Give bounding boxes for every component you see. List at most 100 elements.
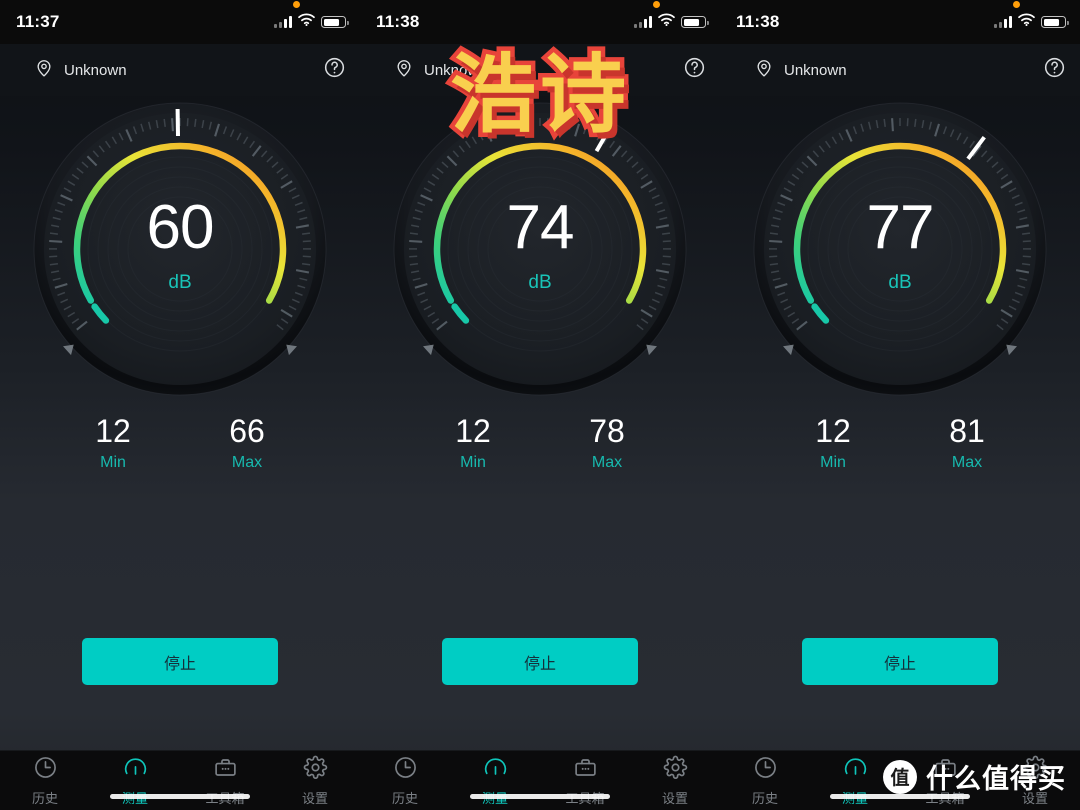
toolbox-icon xyxy=(213,755,238,785)
tab-gauge[interactable]: 测量 xyxy=(90,751,180,810)
location-chip[interactable]: Unknown xyxy=(34,58,127,83)
battery-icon xyxy=(681,16,709,28)
app-header: Unknown xyxy=(360,44,720,96)
action-area: 停止 xyxy=(0,638,360,685)
toolbox-icon xyxy=(933,755,958,785)
stat-value: 66 xyxy=(229,413,265,449)
stat-value: 12 xyxy=(815,413,851,449)
gauge-area: 60 dB xyxy=(0,96,360,401)
stat-caption: Min xyxy=(460,453,486,471)
gear-icon xyxy=(1023,755,1048,785)
status-bar: 11:37 xyxy=(0,0,360,44)
app-header: Unknown xyxy=(0,44,360,96)
stat-min: 12 Min xyxy=(430,414,516,472)
help-circle-icon[interactable] xyxy=(683,56,706,84)
stop-button[interactable]: 停止 xyxy=(442,638,638,685)
cellular-signal-icon xyxy=(994,16,1012,28)
stat-max: 81 Max xyxy=(924,413,1010,472)
wifi-icon xyxy=(658,13,675,31)
home-indicator[interactable] xyxy=(830,794,970,799)
stat-caption: Min xyxy=(820,453,846,471)
gauge-area: 77 dB xyxy=(720,96,1080,401)
gauge-area: 74 dB xyxy=(360,96,720,401)
location-label: Unknown xyxy=(64,61,127,79)
gear-icon xyxy=(663,755,688,785)
cellular-signal-icon xyxy=(634,16,652,28)
tab-gear[interactable]: 设置 xyxy=(990,751,1080,810)
stat-caption: Max xyxy=(231,453,263,471)
microphone-indicator-dot xyxy=(293,1,300,8)
tab-clock[interactable]: 历史 xyxy=(360,751,450,810)
wifi-icon xyxy=(1018,13,1035,31)
tab-label: 历史 xyxy=(751,790,778,806)
stop-button[interactable]: 停止 xyxy=(82,638,278,685)
min-max-row: 12 Min 66 Max xyxy=(0,401,360,472)
battery-icon xyxy=(1041,16,1069,28)
tab-toolbox[interactable]: 工具箱 xyxy=(180,751,270,810)
gear-icon xyxy=(303,755,328,785)
stitched-screenshot: 11:37 Unknown 60 dB 12 Min 66 Max 停止 历史 … xyxy=(0,0,1080,810)
location-pin-icon xyxy=(34,58,54,83)
home-indicator[interactable] xyxy=(110,794,250,799)
tab-toolbox[interactable]: 工具箱 xyxy=(540,751,630,810)
tab-label: 设置 xyxy=(301,790,328,806)
status-bar: 11:38 xyxy=(360,0,720,44)
stat-value: 81 xyxy=(949,413,985,449)
stat-value: 12 xyxy=(95,413,131,449)
status-bar-clock: 11:37 xyxy=(16,12,60,31)
tab-toolbox[interactable]: 工具箱 xyxy=(900,751,990,810)
status-bar: 11:38 xyxy=(720,0,1080,44)
wifi-icon xyxy=(298,13,315,31)
bottom-tab-bar: 历史 测量 工具箱 设置 xyxy=(360,750,720,810)
screenshot-panel-2: 11:38 Unknown 74 dB 12 Min 78 Max 停止 历史 … xyxy=(360,0,720,810)
sound-level-gauge: 74 dB xyxy=(390,99,690,399)
sound-level-gauge: 77 dB xyxy=(750,99,1050,399)
stat-min: 12 Min xyxy=(790,413,876,472)
location-pin-icon xyxy=(394,58,414,83)
status-bar-clock: 11:38 xyxy=(736,12,780,31)
location-chip[interactable]: Unknown xyxy=(754,58,847,83)
microphone-indicator-dot xyxy=(653,1,660,8)
min-max-row: 12 Min 78 Max xyxy=(360,401,720,472)
stop-button[interactable]: 停止 xyxy=(802,638,998,685)
help-circle-icon[interactable] xyxy=(323,56,346,84)
location-label: Unknown xyxy=(784,61,847,79)
stat-caption: Max xyxy=(591,453,623,471)
gauge-icon xyxy=(843,755,868,785)
tab-gauge[interactable]: 测量 xyxy=(810,751,900,810)
action-area: 停止 xyxy=(360,638,720,685)
tab-gear[interactable]: 设置 xyxy=(630,751,720,810)
gauge-svg-1 xyxy=(393,102,687,395)
clock-icon xyxy=(33,755,58,785)
screenshot-panel-1: 11:37 Unknown 60 dB 12 Min 66 Max 停止 历史 … xyxy=(0,0,360,810)
help-circle-icon[interactable] xyxy=(1043,56,1066,84)
stat-min: 12 Min xyxy=(70,413,156,472)
gauge-svg-2 xyxy=(753,102,1047,395)
location-pin-icon xyxy=(754,58,774,83)
tab-label: 历史 xyxy=(391,790,418,806)
clock-icon xyxy=(753,755,778,785)
tab-gauge[interactable]: 测量 xyxy=(450,751,540,810)
screenshot-panel-3: 11:38 Unknown 77 dB 12 Min 81 Max 停止 历史 … xyxy=(720,0,1080,810)
tab-gear[interactable]: 设置 xyxy=(270,751,360,810)
gauge-svg-0 xyxy=(33,102,327,395)
tab-label: 设置 xyxy=(1021,790,1048,806)
bottom-tab-bar: 历史 测量 工具箱 设置 xyxy=(0,750,360,810)
microphone-indicator-dot xyxy=(1013,1,1020,8)
battery-icon xyxy=(321,16,349,28)
gauge-icon xyxy=(123,755,148,785)
gauge-icon xyxy=(483,755,508,785)
location-chip[interactable]: Unknown xyxy=(394,58,487,83)
tab-clock[interactable]: 历史 xyxy=(720,751,810,810)
bottom-tab-bar: 历史 测量 工具箱 设置 xyxy=(720,750,1080,810)
location-label: Unknown xyxy=(424,61,487,79)
stat-value: 78 xyxy=(589,413,625,449)
tab-label: 历史 xyxy=(31,790,58,806)
app-header: Unknown xyxy=(720,44,1080,96)
cellular-signal-icon xyxy=(274,16,292,28)
stat-caption: Min xyxy=(100,453,126,471)
stat-caption: Max xyxy=(951,453,983,471)
tab-clock[interactable]: 历史 xyxy=(0,751,90,810)
home-indicator[interactable] xyxy=(470,794,610,799)
action-area: 停止 xyxy=(720,638,1080,685)
